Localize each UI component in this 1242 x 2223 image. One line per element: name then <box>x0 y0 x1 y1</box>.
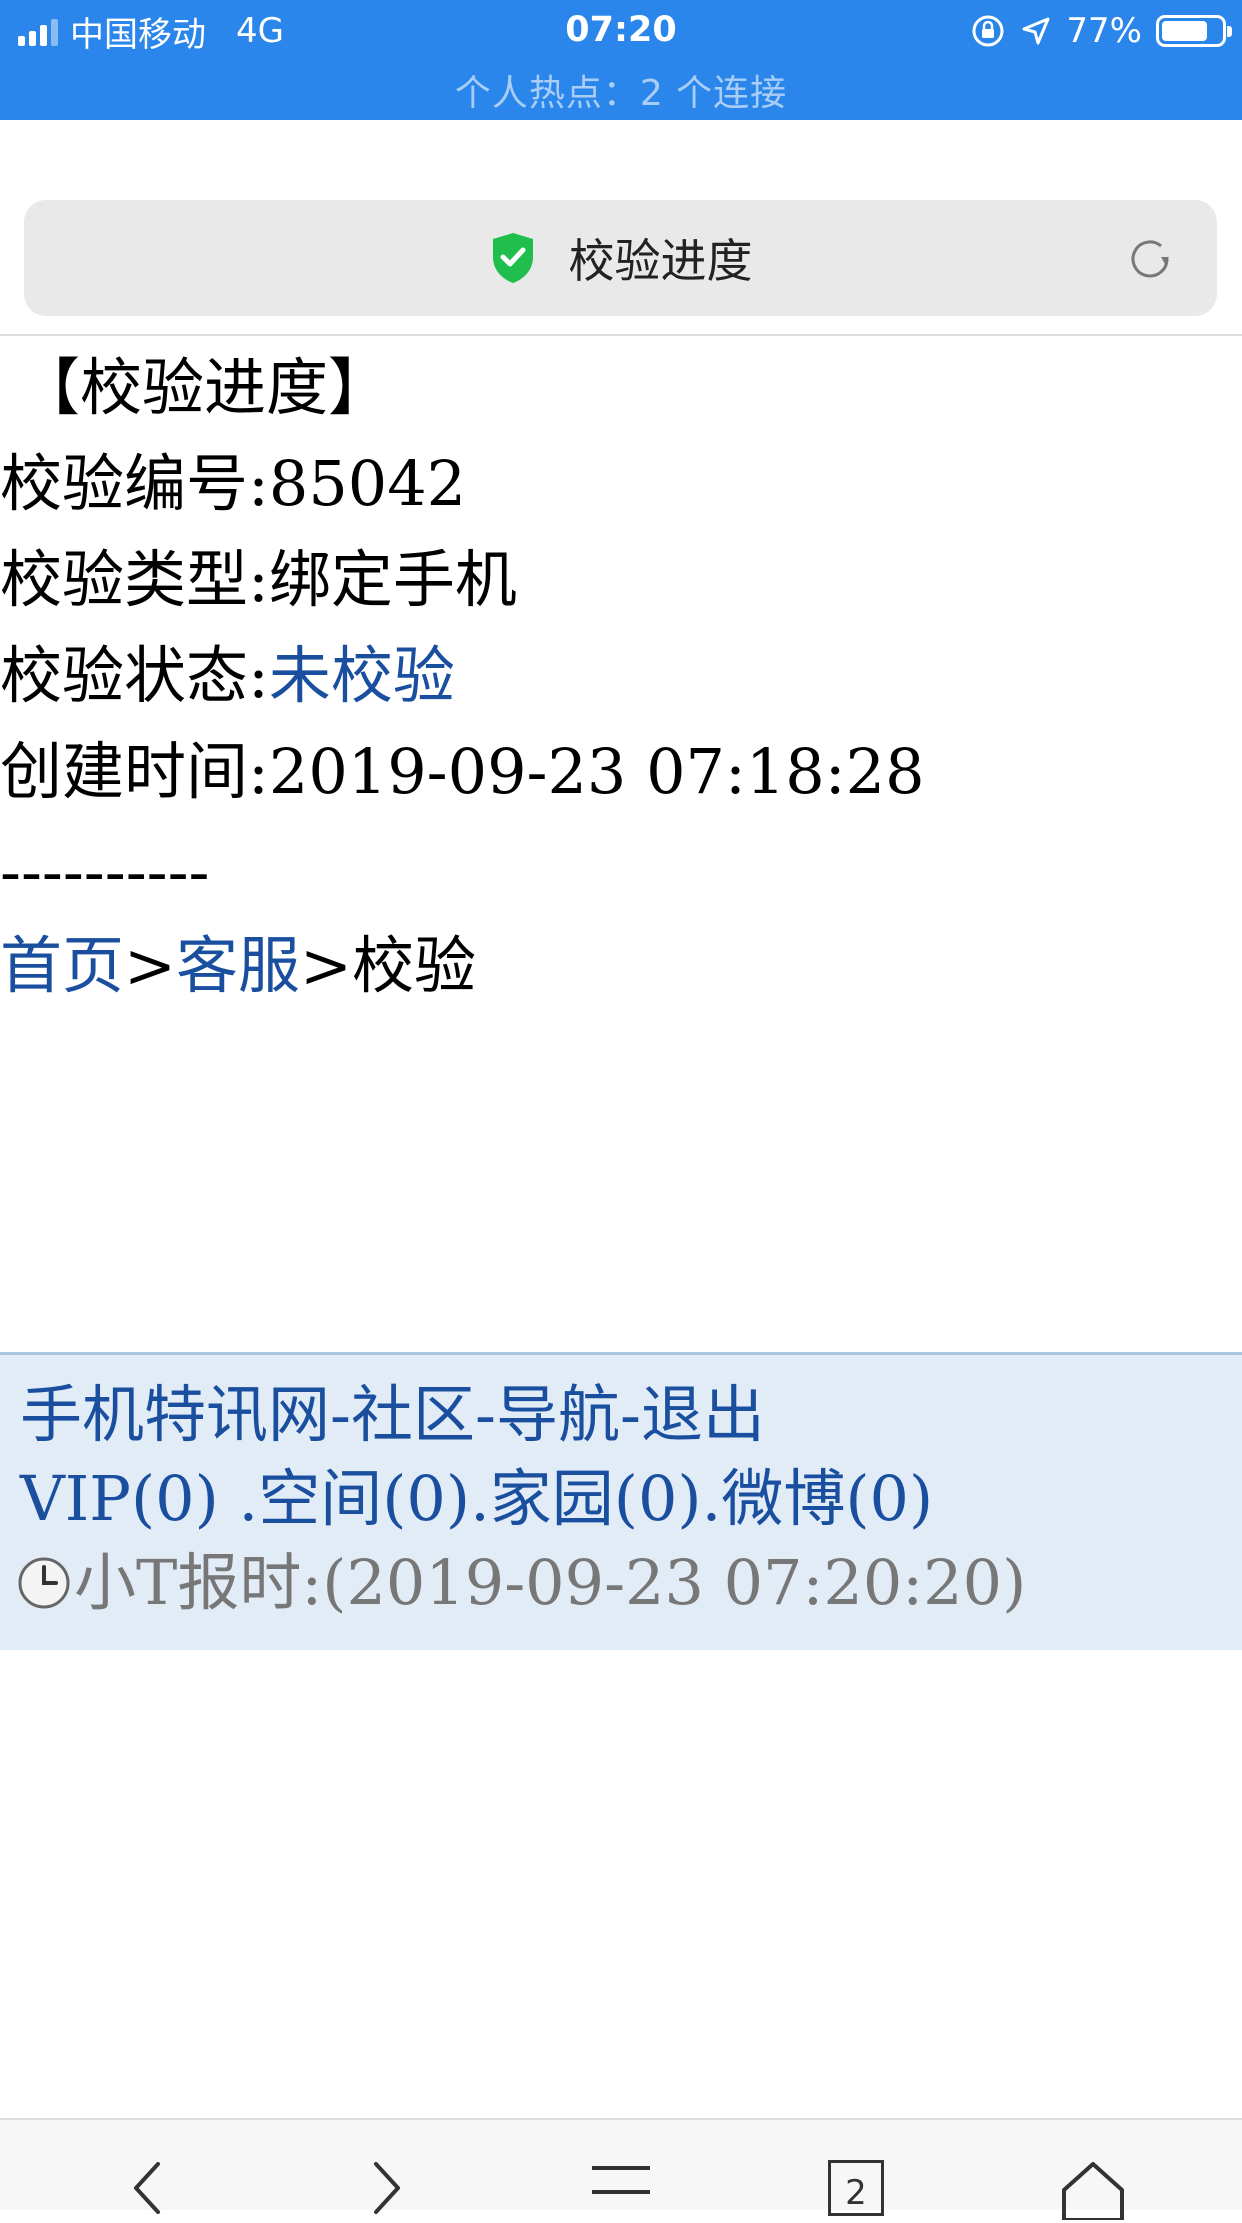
space-link[interactable]: 空间(0) <box>258 1462 470 1535</box>
clock-icon <box>18 1557 70 1609</box>
hotspot-banner[interactable]: 个人热点：2 个连接 <box>0 64 1242 116</box>
field-number: 校验编号:85042 <box>0 436 466 532</box>
field-number-value: 85042 <box>268 447 467 520</box>
separator: . <box>701 1462 722 1535</box>
field-status: 校验状态:未校验 <box>0 628 455 724</box>
status-right: 77% <box>970 10 1232 52</box>
separator: - <box>619 1378 641 1451</box>
navigation-link[interactable]: 导航 <box>496 1378 620 1451</box>
breadcrumb: 首页>客服>校验 <box>0 918 476 1014</box>
community-link[interactable]: 社区 <box>351 1378 475 1451</box>
breadcrumb-current: 校验 <box>351 929 476 1002</box>
logout-link[interactable]: 退出 <box>641 1378 765 1451</box>
battery-percent: 77% <box>1066 11 1142 51</box>
battery-level <box>1162 21 1207 41</box>
back-icon[interactable] <box>112 2160 182 2220</box>
separator: - <box>330 1378 351 1451</box>
separator: . <box>218 1462 259 1535</box>
time-value: (2019-09-23 07:20:20) <box>322 1546 1027 1619</box>
field-created-label: 创建时间: <box>0 735 269 808</box>
orientation-lock-icon <box>972 15 1004 47</box>
field-type-label: 校验类型: <box>0 543 269 616</box>
status-link[interactable]: 未校验 <box>269 639 455 712</box>
separator: - <box>474 1378 496 1451</box>
home-icon[interactable] <box>1058 2160 1128 2220</box>
page-heading: 【校验进度】 <box>18 351 391 424</box>
field-created-value: 2019-09-23 07:18:28 <box>268 735 925 808</box>
address-bar[interactable]: 校验进度 <box>24 200 1217 316</box>
site-link[interactable]: 手机特讯网 <box>20 1378 330 1451</box>
status-bar: 中国移动 4G 07:20 77% 个人热点：2 个连接 <box>0 0 1242 120</box>
footer-nav: 手机特讯网-社区-导航-退出 <box>20 1373 765 1457</box>
forward-icon[interactable] <box>352 2160 422 2220</box>
weibo-link[interactable]: 微博(0) <box>721 1462 933 1535</box>
field-status-label: 校验状态: <box>0 639 269 712</box>
breadcrumb-home-link[interactable]: 首页 <box>0 929 124 1002</box>
footer-time: 小T报时: (2019-09-23 07:20:20) <box>16 1541 1026 1625</box>
shield-check-icon <box>492 233 533 283</box>
location-arrow-icon <box>1022 17 1050 45</box>
footer-panel: 手机特讯网-社区-导航-退出 VIP(0) .空间(0).家园(0).微博(0)… <box>0 1352 1242 1650</box>
tabs-icon[interactable]: 2 <box>828 2160 898 2220</box>
footer-counts: VIP(0) .空间(0).家园(0).微博(0) <box>20 1457 933 1541</box>
reload-icon[interactable] <box>1123 232 1177 286</box>
field-number-label: 校验编号: <box>0 447 269 520</box>
bottom-toolbar: 2 <box>0 2118 1242 2220</box>
time-label: 小T报时: <box>74 1546 323 1619</box>
breadcrumb-service-link[interactable]: 客服 <box>176 929 300 1002</box>
home-link[interactable]: 家园(0) <box>490 1462 702 1535</box>
battery-icon <box>1156 15 1232 47</box>
divider <box>0 334 1242 336</box>
page-title: 校验进度 <box>568 234 753 288</box>
field-created: 创建时间:2019-09-23 07:18:28 <box>0 724 925 820</box>
breadcrumb-separator: > <box>124 929 176 1002</box>
field-type-value: 绑定手机 <box>268 543 517 616</box>
field-type: 校验类型:绑定手机 <box>0 532 517 628</box>
vip-link[interactable]: VIP(0) <box>20 1462 219 1535</box>
dash-divider: ---------- <box>0 835 210 908</box>
menu-icon[interactable] <box>586 2160 656 2220</box>
separator: . <box>470 1462 490 1535</box>
breadcrumb-separator: > <box>299 929 352 1002</box>
